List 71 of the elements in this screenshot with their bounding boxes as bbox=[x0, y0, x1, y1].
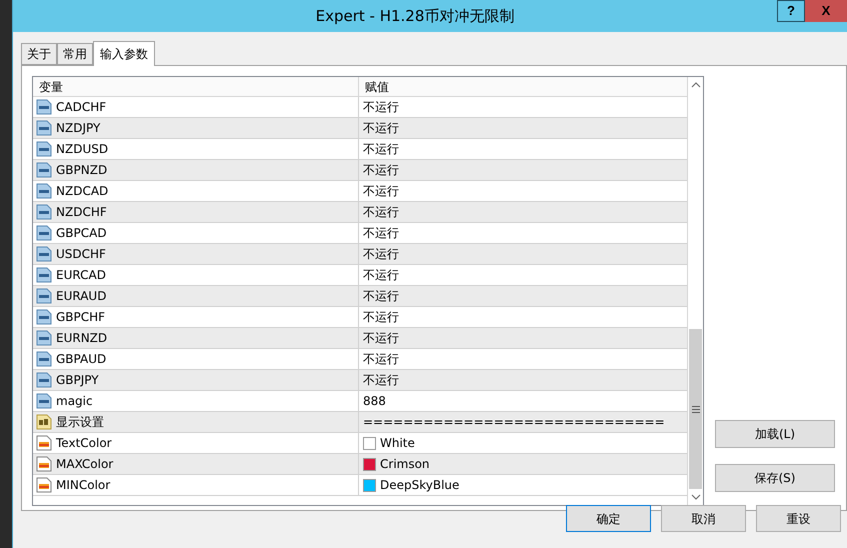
parameter-name: EURAUD bbox=[56, 288, 106, 305]
number-type-icon bbox=[36, 120, 52, 136]
parameter-name: NZDJPY bbox=[56, 120, 100, 137]
parameter-name: GBPCHF bbox=[56, 309, 106, 326]
number-type-icon bbox=[36, 183, 52, 199]
number-type-icon bbox=[36, 267, 52, 283]
parameter-value: 不运行 bbox=[363, 183, 399, 200]
number-type-icon bbox=[36, 288, 52, 304]
number-type-icon bbox=[36, 204, 52, 220]
number-type-icon bbox=[36, 141, 52, 157]
parameter-name: NZDUSD bbox=[56, 141, 108, 158]
help-button[interactable]: ? bbox=[777, 0, 805, 22]
parameter-name: 显示设置 bbox=[56, 414, 104, 431]
parameter-value: 不运行 bbox=[363, 330, 399, 347]
parameter-name: CADCHF bbox=[56, 99, 106, 116]
number-type-icon bbox=[36, 393, 52, 409]
close-button[interactable]: X bbox=[805, 0, 847, 22]
parameter-value: White bbox=[380, 435, 415, 452]
tab[interactable]: 输入参数 bbox=[93, 41, 155, 66]
parameter-value: Crimson bbox=[380, 456, 430, 473]
side-button[interactable]: 保存(S) bbox=[715, 464, 835, 492]
number-type-icon bbox=[36, 162, 52, 178]
vertical-scrollbar[interactable] bbox=[687, 77, 703, 505]
parameter-value: 888 bbox=[363, 393, 386, 410]
parameter-value: 不运行 bbox=[363, 162, 399, 179]
grip-icon bbox=[692, 406, 700, 412]
parameter-name: GBPCAD bbox=[56, 225, 107, 242]
parameter-name: TextColor bbox=[56, 435, 112, 452]
tab[interactable]: 关于 bbox=[21, 43, 57, 65]
parameter-value: 不运行 bbox=[363, 204, 399, 221]
parameter-name: NZDCHF bbox=[56, 204, 107, 221]
window-title: Expert - H1.28币对冲无限制 bbox=[314, 6, 516, 27]
dialog-button[interactable]: 确定 bbox=[566, 505, 651, 532]
text-type-icon bbox=[36, 414, 52, 430]
color-type-icon bbox=[36, 456, 52, 472]
parameter-name: GBPNZD bbox=[56, 162, 108, 179]
dialog-button[interactable]: 取消 bbox=[661, 505, 746, 532]
number-type-icon bbox=[36, 99, 52, 115]
parameter-value: 不运行 bbox=[363, 99, 399, 116]
parameter-name: NZDCAD bbox=[56, 183, 108, 200]
side-button[interactable]: 加载(L) bbox=[715, 420, 835, 448]
parameter-value: 不运行 bbox=[363, 372, 399, 389]
parameter-name: MAXColor bbox=[56, 456, 114, 473]
parameter-name: GBPJPY bbox=[56, 372, 99, 389]
number-type-icon bbox=[36, 351, 52, 367]
parameter-name: MINColor bbox=[56, 477, 110, 494]
parameter-value: ============================== bbox=[363, 414, 665, 431]
number-type-icon bbox=[36, 225, 52, 241]
dialog-button[interactable]: 重设 bbox=[756, 505, 841, 532]
parameter-value: 不运行 bbox=[363, 309, 399, 326]
parameter-value: 不运行 bbox=[363, 351, 399, 368]
scrollbar-thumb[interactable] bbox=[689, 329, 702, 489]
parameter-name: GBPAUD bbox=[56, 351, 106, 368]
tab[interactable]: 常用 bbox=[57, 43, 93, 65]
column-header[interactable]: 变量 bbox=[33, 77, 359, 96]
parameter-name: EURCAD bbox=[56, 267, 106, 284]
parameter-name: USDCHF bbox=[56, 246, 106, 263]
number-type-icon bbox=[36, 330, 52, 346]
parameter-value: 不运行 bbox=[363, 120, 399, 137]
parameter-name: magic bbox=[56, 393, 93, 410]
parameter-value: 不运行 bbox=[363, 225, 399, 242]
number-type-icon bbox=[36, 372, 52, 388]
column-header[interactable]: 赋值 bbox=[359, 77, 687, 96]
parameter-value: 不运行 bbox=[363, 141, 399, 158]
number-type-icon bbox=[36, 246, 52, 262]
parameter-value: 不运行 bbox=[363, 288, 399, 305]
parameter-value: 不运行 bbox=[363, 267, 399, 284]
number-type-icon bbox=[36, 309, 52, 325]
parameter-value: DeepSkyBlue bbox=[380, 477, 460, 494]
parameter-value: 不运行 bbox=[363, 246, 399, 263]
parameter-name: EURNZD bbox=[56, 330, 108, 347]
